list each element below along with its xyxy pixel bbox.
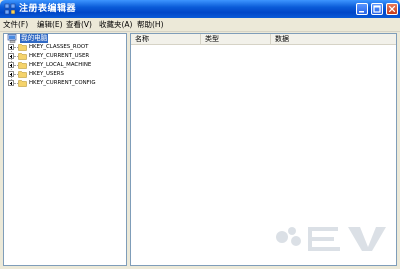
registry-app-icon (4, 3, 16, 15)
tree-node-label: HKEY_CURRENT_USER (29, 53, 90, 59)
menu-view[interactable]: 查看(V) (66, 19, 92, 30)
tree-node[interactable]: HKEY_CURRENT_USER (7, 52, 122, 61)
minimize-button[interactable] (356, 3, 368, 15)
folder-icon (18, 44, 27, 51)
expand-icon[interactable] (8, 62, 14, 68)
folder-icon (18, 53, 27, 60)
maximize-button[interactable] (371, 3, 383, 15)
menu-file[interactable]: 文件(F) (3, 19, 28, 30)
watermark-logo (276, 227, 386, 251)
tree-node-label: HKEY_USERS (29, 71, 64, 77)
folder-icon (18, 71, 27, 78)
tree-node[interactable]: HKEY_LOCAL_MACHINE (7, 61, 122, 70)
registry-editor-window: 注册表编辑器 文件(F) 编辑(E) 查看(V) 收藏夹(A) 帮助(H) 我的… (0, 0, 400, 269)
tree-node[interactable]: HKEY_USERS (7, 70, 122, 79)
column-data[interactable]: 数据 (271, 34, 396, 44)
menu-help[interactable]: 帮助(H) (137, 19, 164, 30)
tree-node-label: HKEY_LOCAL_MACHINE (29, 62, 92, 68)
tree-root-label: 我的电脑 (20, 34, 49, 43)
minimize-icon (359, 11, 364, 13)
computer-icon (7, 34, 17, 43)
tree-node[interactable]: HKEY_CLASSES_ROOT (7, 43, 122, 52)
expand-icon[interactable] (8, 71, 14, 77)
expand-icon[interactable] (8, 53, 14, 59)
maximize-icon (373, 5, 381, 13)
title-bar[interactable]: 注册表编辑器 (0, 0, 400, 18)
menu-favorites[interactable]: 收藏夹(A) (99, 19, 132, 30)
tree-node-label: HKEY_CLASSES_ROOT (29, 44, 89, 50)
expand-icon[interactable] (8, 44, 14, 50)
close-button[interactable] (386, 3, 398, 15)
tree-node[interactable]: HKEY_CURRENT_CONFIG (7, 79, 122, 88)
column-header: 名称 类型 数据 (131, 34, 396, 45)
tree-node-label: HKEY_CURRENT_CONFIG (29, 80, 96, 86)
menu-edit[interactable]: 编辑(E) (37, 19, 63, 30)
folder-icon (18, 62, 27, 69)
tree-root-my-computer[interactable]: 我的电脑 (7, 34, 117, 43)
column-name[interactable]: 名称 (131, 34, 201, 44)
expand-icon[interactable] (8, 80, 14, 86)
window-title: 注册表编辑器 (19, 4, 77, 14)
close-icon (388, 5, 396, 13)
column-type[interactable]: 类型 (201, 34, 271, 44)
registry-tree-pane[interactable]: 我的电脑 HKEY_CLASSES_ROOT HKEY_CURRENT_USER… (3, 33, 127, 266)
menu-bar: 文件(F) 编辑(E) 查看(V) 收藏夹(A) 帮助(H) (0, 18, 400, 32)
folder-icon (18, 80, 27, 87)
